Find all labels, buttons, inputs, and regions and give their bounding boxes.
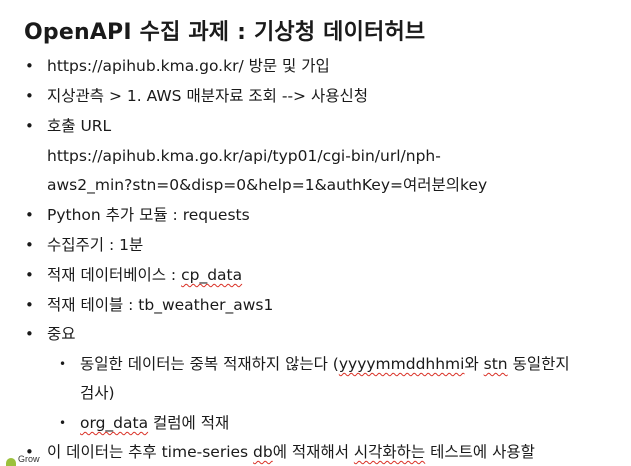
datetime-key: yyyymmddhhmi [338,355,465,373]
no-duplicates-tail: 동일한지 [507,355,570,373]
db-word: db [253,443,273,461]
time-series-mid: 에 적재해서 [272,443,354,461]
bullet-target-database: 적재 데이터베이스 : cp_data [47,265,242,285]
org-data-column: org_data [80,414,149,432]
bullet-marker: • [25,236,34,254]
sub-bullet-no-duplicates: 동일한 데이터는 중복 적재하지 않는다 (yyyymmddhhmi와 stn … [80,354,570,374]
slide-title: OpenAPI 수집 과제 : 기상청 데이터허브 [24,20,426,45]
bullet-marker: • [25,206,34,224]
bullet-collect-interval: 수집주기 : 1분 [47,236,144,254]
sub-bullet-org-data: org_data 컬럼에 적재 [80,413,229,433]
target-database-value: cp_data [181,266,243,284]
bullet-marker: • [25,266,34,284]
logo-text: Growth [18,454,40,464]
time-series-text: 이 데이터는 추후 time-series [47,443,254,461]
bullet-marker: • [25,57,34,75]
bullet-marker: • [25,87,34,105]
sub-bullet-marker: • [59,357,67,371]
target-database-label: 적재 데이터베이스 : [47,266,182,284]
company-logo: Growth [6,454,40,466]
time-series-tail: 테스트에 사용할 [425,443,535,461]
bullet-marker: • [25,296,34,314]
logo-mark-icon [6,458,16,466]
no-duplicates-line-2: 검사) [80,384,115,402]
bullet-important: 중요 [47,325,76,343]
visualize-word: 시각화하는 [353,443,426,461]
no-duplicates-text: 동일한 데이터는 중복 적재하지 않는다 ( [80,355,339,373]
bullet-marker: • [25,117,34,135]
bullet-call-url-label: 호출 URL [47,117,112,135]
call-url-line-1: https://apihub.kma.go.kr/api/typ01/cgi-b… [47,147,441,165]
bullet-aws-request: 지상관측 > 1. AWS 매분자료 조회 --> 사용신청 [47,87,368,105]
bullet-python-module: Python 추가 모듈 : requests [47,206,250,224]
bullet-time-series-note: 이 데이터는 추후 time-series db에 적재해서 시각화하는 테스트… [47,442,535,462]
bullet-marker: • [25,325,34,343]
bullet-target-table: 적재 테이블 : tb_weather_aws1 [47,296,274,314]
bullet-visit-site: https://apihub.kma.go.kr/ 방문 및 가입 [47,57,330,75]
sub-bullet-marker: • [59,416,67,430]
call-url-line-2: aws2_min?stn=0&disp=0&help=1&authKey=여러분… [47,176,488,194]
station-key: stn [483,355,508,373]
no-duplicates-conj: 와 [464,355,484,373]
org-data-text: 컬럼에 적재 [148,414,230,432]
